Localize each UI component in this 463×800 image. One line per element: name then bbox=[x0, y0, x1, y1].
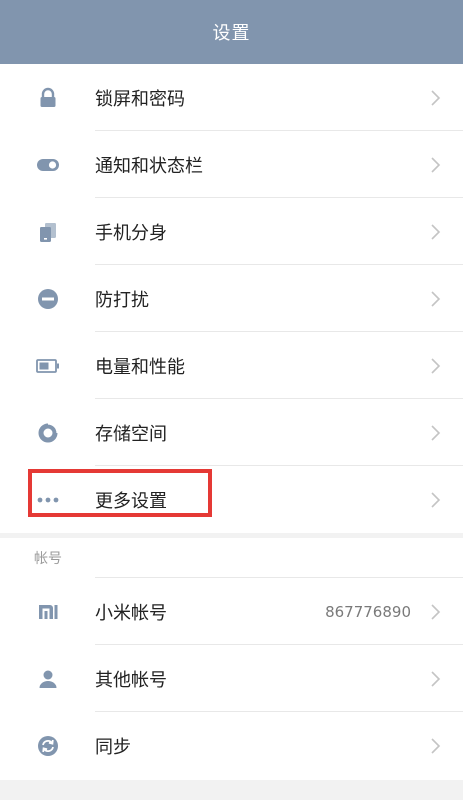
section-label: 帐号 bbox=[34, 551, 62, 567]
settings-item-lock-screen[interactable]: 锁屏和密码 bbox=[0, 64, 463, 131]
chevron-right-icon bbox=[429, 603, 441, 620]
more-icon bbox=[36, 488, 60, 512]
account-id-value: 867776890 bbox=[325, 602, 411, 621]
settings-item-label: 更多设置 bbox=[95, 490, 167, 512]
battery-icon bbox=[36, 354, 60, 378]
settings-item-do-not-disturb[interactable]: 防打扰 bbox=[0, 265, 463, 332]
settings-item-battery[interactable]: 电量和性能 bbox=[0, 332, 463, 399]
chevron-right-icon bbox=[429, 156, 441, 173]
settings-item-phone-clone[interactable]: 手机分身 bbox=[0, 198, 463, 265]
account-item-other-accounts[interactable]: 其他帐号 bbox=[0, 645, 463, 712]
chevron-right-icon bbox=[429, 89, 441, 106]
settings-item-label: 电量和性能 bbox=[95, 356, 185, 378]
account-item-sync[interactable]: 同步 bbox=[0, 712, 463, 779]
settings-item-label: 手机分身 bbox=[95, 222, 167, 244]
chevron-right-icon bbox=[429, 670, 441, 687]
chevron-right-icon bbox=[429, 424, 441, 441]
settings-item-label: 防打扰 bbox=[95, 289, 149, 311]
chevron-right-icon bbox=[429, 290, 441, 307]
do-not-disturb-icon bbox=[36, 287, 60, 311]
sync-icon bbox=[36, 734, 60, 758]
account-item-label: 小米帐号 bbox=[95, 602, 167, 624]
person-icon bbox=[36, 667, 60, 691]
section-gap bbox=[0, 780, 463, 800]
storage-icon bbox=[36, 421, 60, 445]
settings-item-label: 通知和状态栏 bbox=[95, 155, 203, 177]
settings-item-more-settings[interactable]: 更多设置 bbox=[0, 466, 463, 533]
section-header-account: 帐号 bbox=[0, 538, 463, 578]
settings-item-label: 存储空间 bbox=[95, 423, 167, 445]
mi-logo-icon bbox=[36, 600, 60, 624]
account-item-label: 其他帐号 bbox=[95, 669, 167, 691]
settings-item-storage[interactable]: 存储空间 bbox=[0, 399, 463, 466]
chevron-right-icon bbox=[429, 357, 441, 374]
chevron-right-icon bbox=[429, 223, 441, 240]
lock-icon bbox=[36, 86, 60, 110]
chevron-right-icon bbox=[429, 491, 441, 508]
phone-clone-icon bbox=[36, 220, 60, 244]
page-title: 设置 bbox=[212, 23, 251, 44]
toggle-icon bbox=[36, 153, 60, 177]
chevron-right-icon bbox=[429, 737, 441, 754]
settings-item-notifications[interactable]: 通知和状态栏 bbox=[0, 131, 463, 198]
account-item-label: 同步 bbox=[95, 736, 131, 758]
settings-item-label: 锁屏和密码 bbox=[95, 88, 185, 110]
header-bar: 设置 bbox=[0, 0, 463, 64]
account-item-mi-account[interactable]: 小米帐号 867776890 bbox=[0, 578, 463, 645]
